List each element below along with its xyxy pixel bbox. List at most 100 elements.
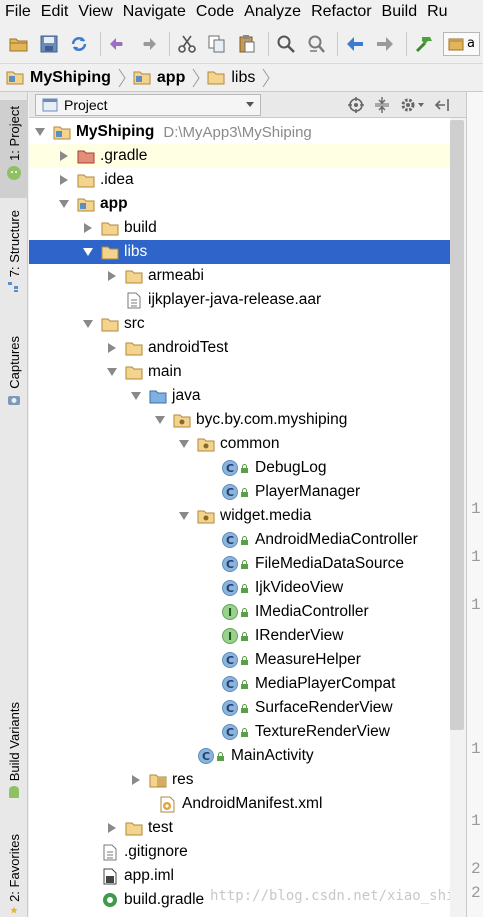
menu-view[interactable]: View (73, 1, 117, 23)
expand-arrow-icon[interactable] (105, 264, 119, 288)
tree-node-libs[interactable]: libs (29, 240, 450, 264)
tab-project[interactable]: 1: Project (0, 100, 28, 198)
editor-gutter: 1 1 1 1 1 2 2 (466, 92, 483, 917)
expand-arrow-icon[interactable] (153, 408, 167, 432)
collapse-all-icon[interactable] (371, 94, 393, 116)
tree-node-common[interactable]: common (29, 432, 450, 456)
build-hammer-icon[interactable] (411, 31, 437, 57)
tree-node-interface[interactable]: I IRenderView (29, 624, 450, 648)
cut-icon[interactable] (174, 31, 200, 57)
tab-captures[interactable]: Captures (0, 336, 28, 416)
tree-node-widget-media[interactable]: widget.media (29, 504, 450, 528)
expand-arrow-icon[interactable] (81, 240, 95, 264)
tab-favorites[interactable]: 2: Favorites (0, 834, 28, 914)
tab-structure[interactable]: 7: Structure (0, 210, 28, 310)
replace-icon[interactable] (303, 31, 329, 57)
open-folder-icon[interactable] (6, 31, 32, 57)
interface-icon: I (221, 603, 248, 621)
expand-arrow-icon[interactable] (177, 504, 191, 528)
tree-node-idea[interactable]: .idea (29, 168, 450, 192)
expand-arrow-icon[interactable] (81, 216, 95, 240)
back-arrow-icon[interactable] (342, 31, 368, 57)
tree-node-main-activity[interactable]: C MainActivity (29, 744, 450, 768)
tree-node-class[interactable]: C MediaPlayerCompat (29, 672, 450, 696)
tree-node-app-iml[interactable]: app.iml (29, 864, 450, 888)
tree-node-class[interactable]: C IjkVideoView (29, 576, 450, 600)
expand-arrow-icon[interactable] (105, 336, 119, 360)
tree-node-label: FileMediaDataSource (255, 555, 405, 572)
breadcrumb-item-app[interactable]: app (133, 69, 185, 87)
expand-arrow-icon[interactable] (129, 384, 143, 408)
undo-icon[interactable] (105, 31, 131, 57)
menu-navigate[interactable]: Navigate (118, 1, 191, 23)
tree-node-class[interactable]: C SurfaceRenderView (29, 696, 450, 720)
tree-node-label: MainActivity (231, 747, 314, 764)
menu-code[interactable]: Code (191, 1, 239, 23)
project-path: D:\MyApp3\MyShiping (163, 123, 312, 141)
tree-node-gitignore[interactable]: .gitignore (29, 840, 450, 864)
menu-file[interactable]: File (0, 1, 36, 23)
menu-edit[interactable]: Edit (36, 1, 74, 23)
expand-arrow-icon[interactable] (81, 312, 95, 336)
expand-arrow-icon[interactable] (129, 768, 143, 792)
line-number: 2 (471, 860, 481, 878)
expand-arrow-icon[interactable] (57, 144, 71, 168)
project-view-select[interactable]: Project (35, 93, 261, 116)
expand-arrow-icon[interactable] (105, 360, 119, 384)
redo-icon[interactable] (135, 31, 161, 57)
sync-icon[interactable] (66, 31, 92, 57)
tree-node-main[interactable]: main (29, 360, 450, 384)
tree-node-package[interactable]: byc.by.com.myshiping (29, 408, 450, 432)
forward-arrow-icon[interactable] (372, 31, 398, 57)
run-configuration-select[interactable]: a (443, 31, 480, 56)
hide-panel-icon[interactable] (431, 94, 453, 116)
tree-node-label: IjkVideoView (255, 579, 344, 596)
tree-node-class[interactable]: C TextureRenderView (29, 720, 450, 744)
menu-analyze[interactable]: Analyze (239, 1, 306, 23)
menu-refactor[interactable]: Refactor (306, 1, 376, 23)
breadcrumb-item-libs[interactable]: libs (207, 69, 255, 87)
paste-icon[interactable] (234, 31, 260, 57)
find-icon[interactable] (273, 31, 299, 57)
tree-node-java[interactable]: java (29, 384, 450, 408)
tree-node-class[interactable]: C AndroidMediaController (29, 528, 450, 552)
tree-node-class[interactable]: C PlayerManager (29, 480, 450, 504)
expand-arrow-icon[interactable] (33, 120, 47, 144)
tree-node-build[interactable]: build (29, 216, 450, 240)
gear-icon[interactable] (397, 94, 427, 116)
tree-node-test[interactable]: test (29, 816, 450, 840)
expand-arrow-icon[interactable] (105, 816, 119, 840)
tree-node-armeabi[interactable]: armeabi (29, 264, 450, 288)
expand-arrow-icon[interactable] (57, 168, 71, 192)
locate-target-icon[interactable] (345, 94, 367, 116)
tree-node-label: .gradle (100, 147, 148, 164)
tree-node-class[interactable]: C DebugLog (29, 456, 450, 480)
tree-node-root[interactable]: MyShiping D:\MyApp3\MyShiping (29, 120, 450, 144)
tab-build-variants-label: Build Variants (6, 702, 22, 782)
breadcrumb-item-myshiping[interactable]: MyShiping (6, 69, 111, 87)
expand-arrow-icon[interactable] (57, 192, 71, 216)
tree-node-app[interactable]: app (29, 192, 450, 216)
menu-build[interactable]: Build (377, 1, 423, 23)
tree-scrollbar[interactable] (450, 120, 464, 730)
expand-arrow-icon[interactable] (177, 432, 191, 456)
tab-build-variants[interactable]: Build Variants (0, 702, 28, 812)
tree-node-androidtest[interactable]: androidTest (29, 336, 450, 360)
lock-icon (241, 536, 248, 545)
tree-node-class[interactable]: C MeasureHelper (29, 648, 450, 672)
class-icon: C (221, 699, 248, 717)
tree-node-manifest[interactable]: AndroidManifest.xml (29, 792, 450, 816)
menu-run[interactable]: Ru (422, 1, 452, 23)
tree-node-class[interactable]: C FileMediaDataSource (29, 552, 450, 576)
tree-node-res[interactable]: res (29, 768, 450, 792)
tree-node-label: app (100, 195, 128, 212)
tree-node-gradle[interactable]: .gradle (29, 144, 450, 168)
package-icon (197, 507, 215, 525)
save-icon[interactable] (36, 31, 62, 57)
tree-node-src[interactable]: src (29, 312, 450, 336)
line-number: 1 (471, 740, 481, 758)
tree-node-interface[interactable]: I IMediaController (29, 600, 450, 624)
class-icon: C (221, 723, 248, 741)
copy-icon[interactable] (204, 31, 230, 57)
tree-node-aar-file[interactable]: ijkplayer-java-release.aar (29, 288, 450, 312)
